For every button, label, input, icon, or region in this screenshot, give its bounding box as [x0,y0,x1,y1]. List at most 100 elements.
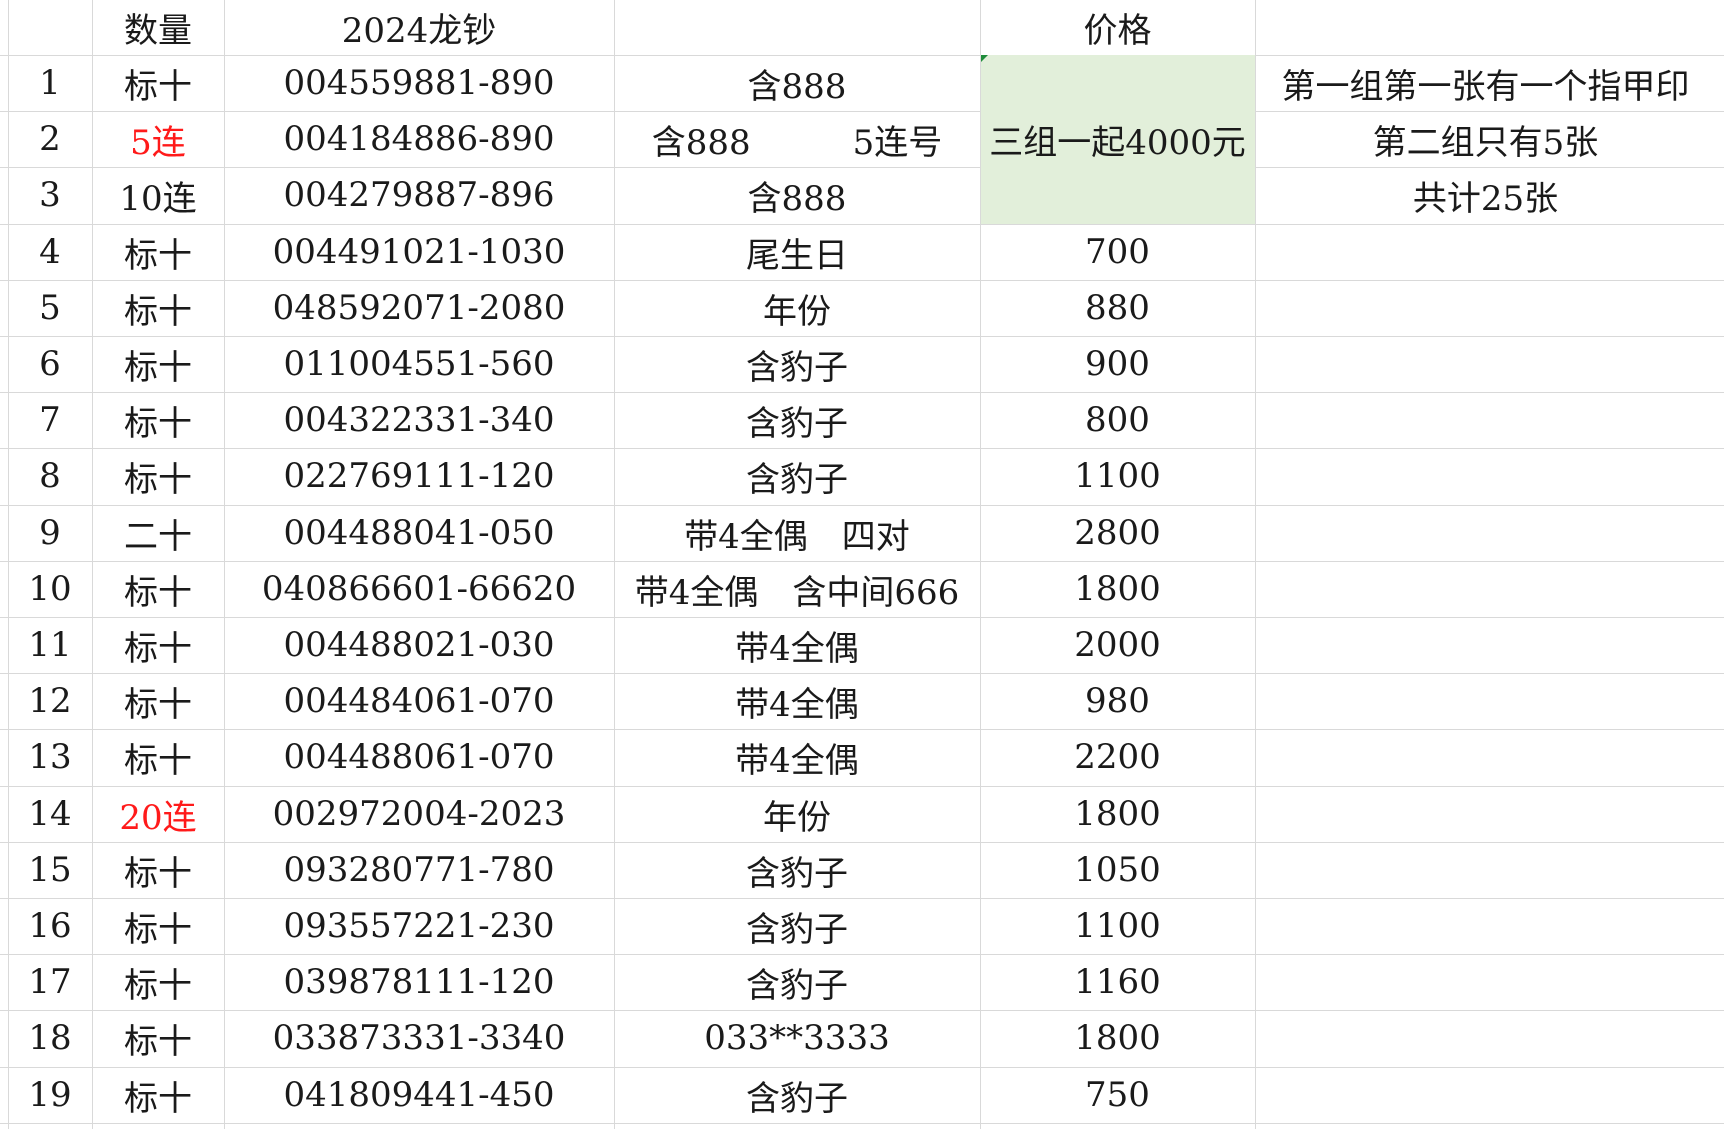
quantity-cell[interactable]: 标十 [92,55,224,111]
serial-cell[interactable]: 093557221-230 [224,898,614,954]
serial-cell[interactable]: 004491021-1030 [224,224,614,280]
row-index[interactable]: 10 [8,561,92,617]
quantity-cell[interactable]: 标十 [92,1067,224,1123]
row-index[interactable]: 3 [8,167,92,223]
quantity-cell[interactable]: 5连 [92,111,224,167]
quantity-cell[interactable]: 10连 [92,167,224,223]
price-cell[interactable]: 750 [980,1067,1255,1123]
serial-cell[interactable]: 039878111-120 [224,954,614,1010]
quantity-cell[interactable]: 标十 [92,336,224,392]
row-index[interactable]: 15 [8,842,92,898]
price-cell[interactable]: 800 [980,392,1255,448]
row-index[interactable]: 1 [8,55,92,111]
note-cell[interactable]: 带4全偶 四对 [614,505,980,561]
quantity-cell[interactable]: 标十 [92,842,224,898]
note-cell[interactable]: 含豹子 [614,954,980,1010]
row-index[interactable]: 7 [8,392,92,448]
note-cell[interactable]: 含888 5连号 [614,111,980,167]
quantity-cell[interactable]: 标十 [92,673,224,729]
price-cell[interactable]: 1800 [980,561,1255,617]
quantity-cell[interactable]: 标十 [92,617,224,673]
row-index[interactable]: 8 [8,448,92,504]
row-index[interactable]: 4 [8,224,92,280]
quantity-cell[interactable]: 20连 [92,786,224,842]
note-cell[interactable]: 含豹子 [614,842,980,898]
note-cell[interactable]: 033**3333 [614,1010,980,1066]
note-cell[interactable]: 年份 [614,280,980,336]
note-cell[interactable]: 含豹子 [614,448,980,504]
header-quantity[interactable]: 数量 [92,0,224,55]
serial-cell[interactable]: 040866601-66620 [224,561,614,617]
row-index[interactable]: 13 [8,729,92,785]
side-note-1[interactable]: 第一组第一张有一个指甲印 [1255,55,1716,111]
row-index[interactable]: 2 [8,111,92,167]
serial-cell[interactable]: 002972004-2023 [224,786,614,842]
quantity-cell[interactable]: 标十 [92,392,224,448]
row-index[interactable]: 18 [8,1010,92,1066]
note-cell[interactable]: 带4全偶 [614,729,980,785]
price-cell[interactable]: 900 [980,336,1255,392]
quantity-cell[interactable]: 二十 [92,505,224,561]
row-index[interactable]: 17 [8,954,92,1010]
note-cell[interactable]: 含888 [614,55,980,111]
price-cell[interactable]: 2800 [980,505,1255,561]
quantity-cell[interactable]: 标十 [92,448,224,504]
serial-cell[interactable]: 004184886-890 [224,111,614,167]
price-cell[interactable]: 880 [980,280,1255,336]
row-index[interactable]: 11 [8,617,92,673]
quantity-cell[interactable]: 标十 [92,954,224,1010]
serial-cell[interactable]: 004559881-890 [224,55,614,111]
quantity-cell[interactable]: 标十 [92,561,224,617]
price-cell[interactable]: 1100 [980,448,1255,504]
price-cell[interactable]: 1100 [980,898,1255,954]
row-index[interactable]: 6 [8,336,92,392]
price-cell[interactable]: 1050 [980,842,1255,898]
note-cell[interactable]: 尾生日 [614,224,980,280]
note-cell[interactable]: 含豹子 [614,336,980,392]
price-cell[interactable]: 1800 [980,786,1255,842]
price-cell[interactable] [980,55,1255,111]
price-cell[interactable]: 1160 [980,954,1255,1010]
price-cell[interactable]: 2000 [980,617,1255,673]
note-cell[interactable]: 含豹子 [614,1067,980,1123]
serial-cell[interactable]: 033873331-3340 [224,1010,614,1066]
price-cell[interactable]: 980 [980,673,1255,729]
header-series[interactable]: 2024龙钞 [224,0,614,55]
price-cell[interactable]: 700 [980,224,1255,280]
side-note-3[interactable]: 共计25张 [1255,167,1716,223]
quantity-cell[interactable]: 标十 [92,224,224,280]
serial-cell[interactable]: 004484061-070 [224,673,614,729]
price-cell[interactable]: 2200 [980,729,1255,785]
note-cell[interactable]: 带4全偶 含中间666 [614,561,980,617]
row-index[interactable]: 19 [8,1067,92,1123]
row-index[interactable]: 9 [8,505,92,561]
note-cell[interactable]: 带4全偶 [614,673,980,729]
serial-cell[interactable]: 004322331-340 [224,392,614,448]
header-price[interactable]: 价格 [980,0,1255,55]
serial-cell[interactable]: 004488061-070 [224,729,614,785]
serial-cell[interactable]: 041809441-450 [224,1067,614,1123]
serial-cell[interactable]: 004488021-030 [224,617,614,673]
quantity-cell[interactable]: 标十 [92,280,224,336]
quantity-cell[interactable]: 标十 [92,898,224,954]
header-note[interactable] [614,0,980,55]
serial-cell[interactable]: 093280771-780 [224,842,614,898]
row-index[interactable]: 12 [8,673,92,729]
price-cell[interactable] [980,167,1255,223]
serial-cell[interactable]: 004279887-896 [224,167,614,223]
serial-cell[interactable]: 011004551-560 [224,336,614,392]
side-note-2[interactable]: 第二组只有5张 [1255,111,1716,167]
row-index[interactable]: 5 [8,280,92,336]
quantity-cell[interactable]: 标十 [92,729,224,785]
price-cell[interactable] [980,111,1255,167]
note-cell[interactable]: 含豹子 [614,898,980,954]
note-cell[interactable]: 带4全偶 [614,617,980,673]
note-cell[interactable]: 年份 [614,786,980,842]
price-cell[interactable]: 1800 [980,1010,1255,1066]
row-index[interactable]: 16 [8,898,92,954]
note-cell[interactable]: 含豹子 [614,392,980,448]
note-cell[interactable]: 含888 [614,167,980,223]
serial-cell[interactable]: 022769111-120 [224,448,614,504]
serial-cell[interactable]: 048592071-2080 [224,280,614,336]
serial-cell[interactable]: 004488041-050 [224,505,614,561]
